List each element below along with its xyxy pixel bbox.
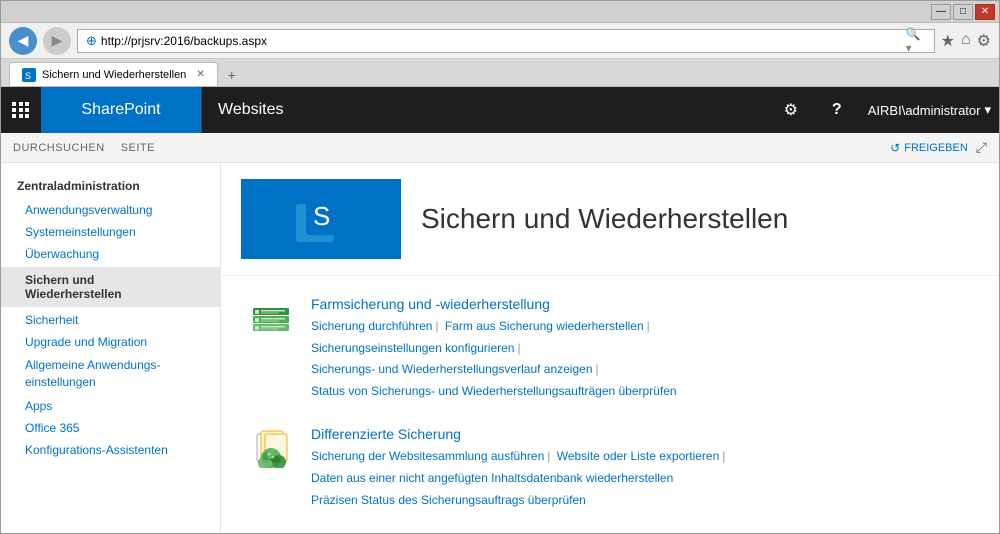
toolbar-nav-durchsuchen[interactable]: DURCHSUCHEN [13, 142, 105, 154]
forward-button[interactable]: ▶ [43, 27, 71, 55]
minimize-button[interactable]: — [931, 4, 951, 20]
sidebar-item-sichern-active[interactable]: Sichern undWiederherstellen [1, 267, 220, 307]
sidebar-item-konfigurations[interactable]: Konfigurations-Assistenten [1, 439, 220, 461]
diff-link-3[interactable]: Präzisen Status des Sicherungsauftrags ü… [311, 493, 586, 507]
favorites-icon[interactable]: ★ [941, 31, 955, 51]
sidebar-item-office365[interactable]: Office 365 [1, 417, 220, 439]
sidebar-item-allgemeine[interactable]: Allgemeine Anwendungs-einstellungen [1, 353, 220, 395]
toolbar-nav-seite[interactable]: SEITE [121, 142, 155, 154]
sidebar-item-apps[interactable]: Apps [1, 395, 220, 417]
sidebar-item-upgrade[interactable]: Upgrade und Migration [1, 331, 220, 353]
help-icon: ? [832, 101, 842, 119]
diff-icon [251, 428, 291, 468]
maximize-button[interactable]: □ [953, 4, 973, 20]
back-button[interactable]: ◀ [9, 27, 37, 55]
sharepoint-container: SharePoint Websites ⚙ ? AIRBI\administra… [1, 87, 999, 533]
title-bar: — □ ✕ [1, 1, 999, 23]
sidebar-heading: Zentraladministration [1, 173, 220, 199]
sp-page-logo: S [241, 179, 401, 259]
sidebar-item-systemeinstellungen[interactable]: Systemeinstellungen [1, 221, 220, 243]
settings-button[interactable]: ⚙ [768, 87, 814, 133]
address-bar[interactable]: ⊕ 🔍▾ [77, 29, 935, 53]
toolbar-right: ↺ FREIGEBEN ⤢ [890, 139, 987, 156]
tab-favicon: S [22, 68, 36, 82]
farm-link-3[interactable]: Sicherungs- und Wiederherstellungsverlau… [311, 362, 593, 376]
diff-link-1[interactable]: Website oder Liste exportieren [557, 449, 720, 463]
user-name: AIRBI\administrator [868, 103, 981, 118]
sidebar-item-ueberwachung[interactable]: Überwachung [1, 243, 220, 265]
tab-bar: S Sichern und Wiederherstellen ✕ + [1, 59, 999, 87]
share-label: FREIGEBEN [904, 142, 968, 154]
user-dropdown-icon: ▾ [984, 102, 991, 118]
sidebar-item-sichern[interactable]: Sichern undWiederherstellen [1, 267, 220, 307]
sp-header-right: ⚙ ? AIRBI\administrator ▾ [768, 87, 999, 133]
active-tab[interactable]: S Sichern und Wiederherstellen ✕ [9, 62, 218, 86]
section-farm-title[interactable]: Farmsicherung und -wiederherstellung [311, 296, 969, 312]
tab-close-icon[interactable]: ✕ [196, 69, 204, 80]
farm-link-4[interactable]: Status von Sicherungs- und Wiederherstel… [311, 384, 677, 398]
diff-link-0[interactable]: Sicherung der Websitesammlung ausführen [311, 449, 544, 463]
browser-window: — □ ✕ ◀ ▶ ⊕ 🔍▾ ★ ⌂ ⚙ S Sichern und Wiede… [0, 0, 1000, 534]
user-menu[interactable]: AIRBI\administrator ▾ [860, 102, 999, 118]
farm-link-1[interactable]: Farm aus Sicherung wiederherstellen [445, 319, 644, 333]
page-header: S Sichern und Wiederherstellen [221, 163, 999, 276]
settings-icon: ⚙ [784, 100, 798, 120]
help-button[interactable]: ? [814, 87, 860, 133]
sp-header: SharePoint Websites ⚙ ? AIRBI\administra… [1, 87, 999, 133]
tools-icon[interactable]: ⚙ [977, 31, 991, 51]
new-tab-button[interactable]: + [220, 64, 244, 86]
section-diff-body: Differenzierte Sicherung Sicherung der W… [311, 426, 969, 511]
farm-icon [251, 298, 291, 338]
section-diff-links: Sicherung der Websitesammlung ausführen|… [311, 446, 969, 511]
farm-link-2[interactable]: Sicherungseinstellungen konfigurieren [311, 341, 514, 355]
fullscreen-button[interactable]: ⤢ [976, 139, 987, 156]
address-input[interactable] [101, 34, 902, 48]
section-farm: Farmsicherung und -wiederherstellung Sic… [251, 296, 969, 402]
nav-bar: ◀ ▶ ⊕ 🔍▾ ★ ⌂ ⚙ [1, 23, 999, 59]
close-button[interactable]: ✕ [975, 4, 995, 20]
share-icon: ↺ [890, 141, 900, 155]
section-diff: Differenzierte Sicherung Sicherung der W… [251, 426, 969, 511]
sp-body: Zentraladministration Anwendungsverwaltu… [1, 163, 999, 533]
sp-content: Farmsicherung und -wiederherstellung Sic… [221, 276, 999, 533]
svg-text:S: S [25, 71, 31, 80]
tab-title: Sichern und Wiederherstellen [42, 69, 186, 81]
svg-text:S: S [313, 201, 330, 231]
section-farm-links: Sicherung durchführen| Farm aus Sicherun… [311, 316, 969, 402]
home-icon[interactable]: ⌂ [961, 31, 971, 51]
sp-nav-title[interactable]: Websites [201, 87, 300, 133]
sp-logo-text: SharePoint [81, 101, 160, 119]
section-diff-title[interactable]: Differenzierte Sicherung [311, 426, 969, 442]
diff-link-2[interactable]: Daten aus einer nicht angefügten Inhalts… [311, 471, 673, 485]
page-title: Sichern und Wiederherstellen [421, 203, 788, 235]
farm-link-0[interactable]: Sicherung durchführen [311, 319, 432, 333]
sp-logo-svg: S [291, 189, 351, 249]
apps-grid-icon [12, 102, 30, 118]
section-farm-body: Farmsicherung und -wiederherstellung Sic… [311, 296, 969, 402]
sp-main: S Sichern und Wiederherstellen [221, 163, 999, 533]
sp-toolbar: DURCHSUCHEN SEITE ↺ FREIGEBEN ⤢ [1, 133, 999, 163]
sidebar-item-sicherheit[interactable]: Sicherheit [1, 309, 220, 331]
apps-menu-button[interactable] [1, 87, 41, 133]
sp-sidebar: Zentraladministration Anwendungsverwaltu… [1, 163, 221, 533]
sp-logo: SharePoint [41, 87, 201, 133]
share-button[interactable]: ↺ FREIGEBEN [890, 141, 968, 155]
sidebar-item-anwendungsverwaltung[interactable]: Anwendungsverwaltung [1, 199, 220, 221]
